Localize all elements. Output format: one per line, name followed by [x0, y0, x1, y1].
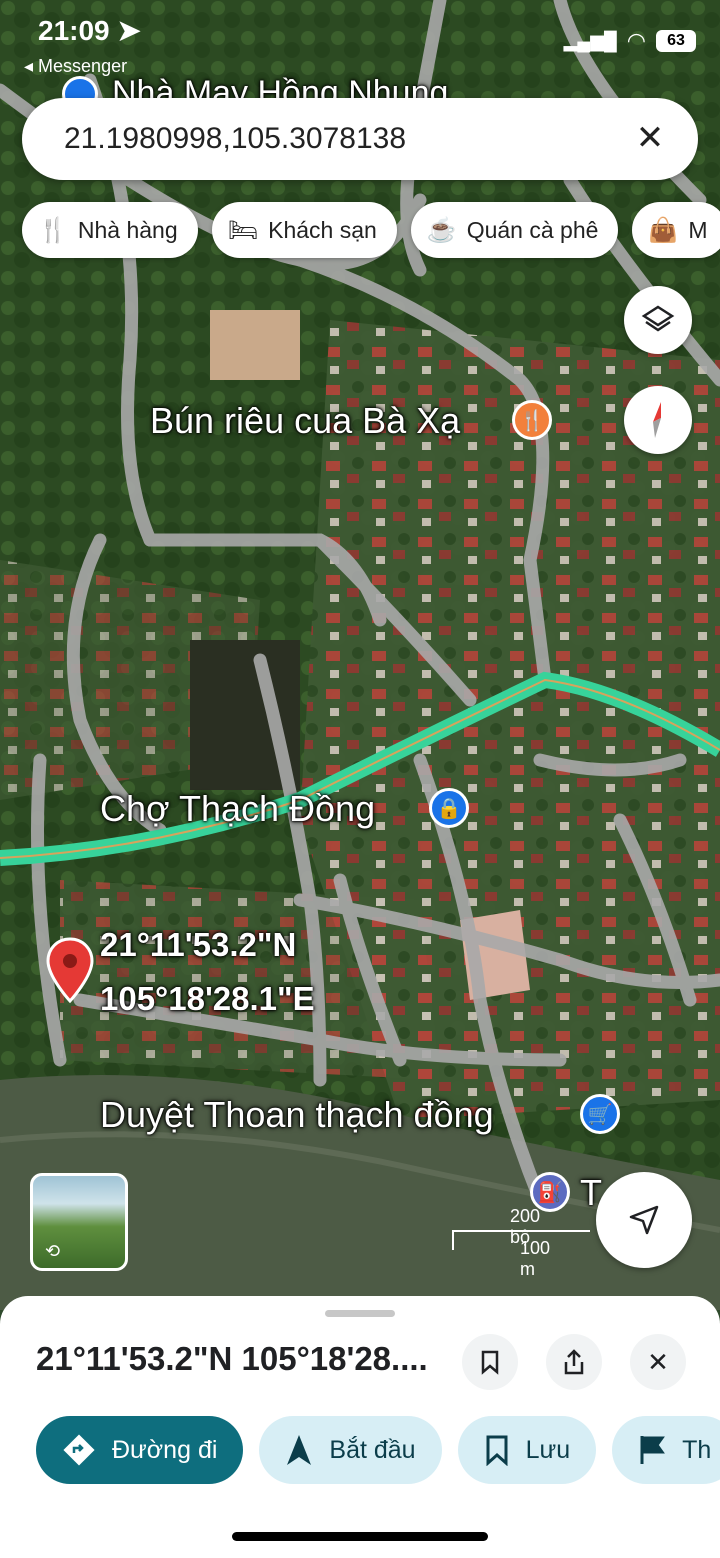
bed-icon: 🛏: [227, 216, 259, 244]
save-label: Lưu: [525, 1435, 571, 1464]
chip-cafes[interactable]: ☕ Quán cà phê: [410, 202, 619, 258]
place-label-shop[interactable]: Duyệt Thoan thạch đồng: [100, 1094, 494, 1136]
action-buttons: Đường đi Bắt đầu Lưu Th: [36, 1416, 720, 1484]
chip-shopping[interactable]: 👜 M: [632, 202, 720, 258]
layers-icon: [641, 305, 675, 332]
sheet-drag-handle[interactable]: [325, 1310, 395, 1317]
wifi-icon: ◠: [626, 28, 646, 53]
place-title: 21°11'53.2"N 105°18'28....: [36, 1340, 428, 1377]
layers-button[interactable]: [624, 286, 692, 354]
clock: 21:09 ➤: [38, 15, 141, 46]
chip-restaurants[interactable]: 🍴 Nhà hàng: [22, 202, 198, 258]
back-to-app-link[interactable]: ◂ Messenger: [24, 56, 127, 77]
label-button[interactable]: Th: [612, 1416, 720, 1484]
bookmark-icon: [486, 1435, 508, 1466]
flag-icon: [640, 1436, 666, 1464]
chip-label: Khách sạn: [268, 216, 377, 243]
chip-label: Quán cà phê: [466, 216, 599, 243]
share-icon: [564, 1349, 584, 1375]
place-label-restaurant[interactable]: Bún riêu cua Bà Xạ: [150, 400, 460, 442]
search-input[interactable]: [62, 118, 626, 160]
shopping-bag-icon: 👜: [648, 216, 679, 244]
place-label-market[interactable]: Chợ Thạch Đồng: [100, 788, 375, 830]
status-bar: 21:09 ➤ ◂ Messenger ▂▄▆█ ◠ 63: [0, 0, 720, 90]
compass-button[interactable]: [624, 386, 692, 454]
rotate-360-icon: ⟲: [45, 1241, 61, 1261]
location-arrow-icon: ➤: [117, 15, 141, 46]
scale-metric: 100 m: [520, 1238, 551, 1279]
street-view-thumbnail[interactable]: ⟲: [30, 1173, 128, 1271]
pin-latitude: 21°11'53.2"N: [100, 926, 297, 963]
dropped-pin-icon[interactable]: [46, 937, 94, 1003]
start-label: Bắt đầu: [329, 1435, 416, 1464]
chip-label: M: [688, 216, 708, 243]
close-icon: ✕: [647, 1346, 669, 1377]
close-sheet-button[interactable]: ✕: [630, 1334, 686, 1390]
navigation-arrow-icon: [629, 1205, 659, 1235]
save-button[interactable]: Lưu: [457, 1416, 597, 1484]
directions-label: Đường đi: [112, 1435, 218, 1464]
directions-icon: [63, 1434, 95, 1466]
save-bookmark-button[interactable]: [462, 1334, 518, 1390]
place-bottom-sheet[interactable]: 21°11'53.2"N 105°18'28.... ✕ Đường đi Bắ…: [0, 1296, 720, 1558]
satellite-map[interactable]: Nhà May Hồng Nhung Bún riêu cua Bà Xạ 🍴 …: [0, 0, 720, 1310]
cellular-signal-icon: ▂▄▆█: [563, 30, 617, 51]
directions-button[interactable]: Đường đi: [36, 1416, 244, 1484]
category-chips: 🍴 Nhà hàng 🛏 Khách sạn ☕ Quán cà phê 👜 M: [22, 202, 720, 258]
chip-hotels[interactable]: 🛏 Khách sạn: [211, 202, 397, 258]
navigation-arrow-icon: [287, 1435, 312, 1465]
battery-icon: 63: [656, 30, 696, 52]
cart-pin-icon[interactable]: 🛒: [580, 1094, 620, 1134]
status-icons: ▂▄▆█ ◠ 63: [564, 28, 696, 54]
search-bar[interactable]: ✕: [22, 98, 698, 180]
restaurant-pin-icon[interactable]: 🍴: [512, 400, 552, 440]
my-location-button[interactable]: [596, 1172, 692, 1268]
compass-icon: [653, 402, 661, 438]
chip-label: Nhà hàng: [77, 216, 178, 243]
clear-search-icon[interactable]: ✕: [628, 116, 672, 160]
fork-knife-icon: 🍴: [38, 216, 68, 244]
label-label: Th: [682, 1435, 712, 1464]
coffee-icon: ☕: [426, 216, 457, 244]
shopping-pin-icon[interactable]: 🔒: [429, 788, 469, 828]
bookmark-icon: [481, 1350, 499, 1375]
home-indicator[interactable]: [232, 1532, 488, 1541]
share-button[interactable]: [546, 1334, 602, 1390]
pin-longitude: 105°18'28.1"E: [100, 980, 315, 1017]
start-button[interactable]: Bắt đầu: [259, 1416, 442, 1484]
